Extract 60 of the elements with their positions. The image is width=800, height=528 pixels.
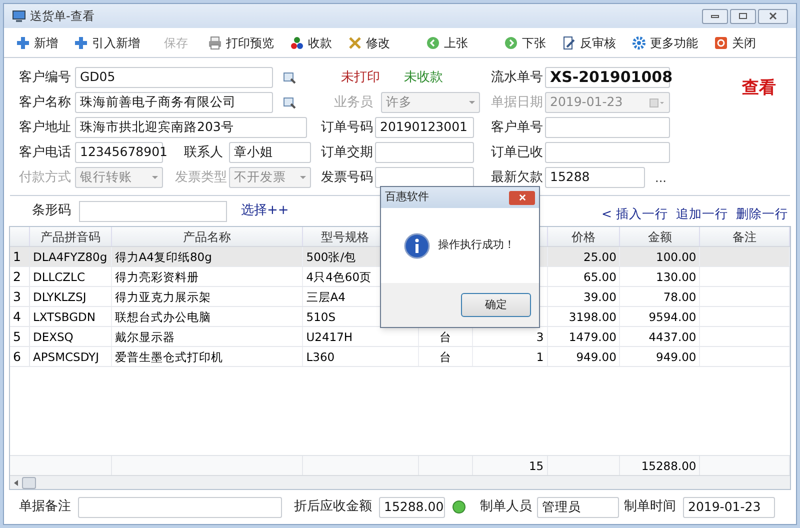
field-label: 订单已收	[491, 144, 543, 162]
table-cell: DLA4FYZ80g	[30, 247, 112, 266]
row-number: 5	[10, 327, 30, 346]
row-number: 1	[10, 247, 30, 266]
dialog-message: 操作执行成功！	[438, 237, 515, 254]
table-cell: 39.00	[548, 287, 620, 306]
row-number: 3	[10, 287, 30, 306]
table-cell: 9594.00	[620, 307, 700, 326]
field-label: 发票类型	[174, 168, 227, 187]
barcode-label: 条形码	[32, 202, 71, 220]
table-cell: DLLCZLC	[30, 267, 112, 286]
table-cell: L360	[303, 347, 419, 366]
field-label: 制单时间	[624, 498, 677, 516]
table-cell: 4437.00	[620, 327, 700, 346]
dialog-title: 百惠软件	[385, 189, 429, 206]
field-label: 单据日期	[491, 94, 543, 112]
table-cell: 949.00	[548, 347, 620, 366]
field-label: 制单人员	[480, 498, 532, 516]
row-number: 4	[10, 307, 30, 326]
table-cell: 3198.00	[548, 307, 620, 326]
field-label: 客户名称	[19, 94, 72, 112]
field-label: 联系人	[183, 144, 223, 162]
field-label: 订单交期	[321, 144, 373, 162]
field-label: 客户单号	[491, 118, 543, 137]
field-label: 发票号码	[321, 168, 373, 187]
field-label: 客户编号	[19, 68, 72, 87]
table-cell: 25.00	[548, 247, 620, 266]
table-cell: 949.00	[620, 347, 700, 366]
field-label: 折后应收金额	[294, 498, 373, 516]
table-cell: 戴尔显示器	[112, 327, 304, 346]
payment-status: 未收款	[404, 68, 443, 87]
field-label: 最新欠款	[491, 168, 543, 187]
table-cell: 得力亮彩资料册	[112, 267, 304, 286]
table-cell: 1	[472, 347, 548, 366]
table-cell: 65.00	[548, 267, 620, 286]
table-cell: 100.00	[620, 247, 700, 266]
field-label: 付款方式	[19, 168, 72, 187]
field-label: 流水单号	[491, 68, 543, 87]
table-cell: APSMCSDYJ	[30, 347, 112, 366]
row-number: 6	[10, 347, 30, 366]
table-cell: 1479.00	[548, 327, 620, 346]
table-cell: 得力亚克力展示架	[112, 287, 304, 306]
table-cell: 130.00	[620, 267, 700, 286]
window-title: 送货单-查看	[30, 8, 94, 25]
table-cell: 爱普生墨仓式打印机	[112, 347, 304, 366]
field-label: 客户电话	[19, 144, 72, 162]
table-cell: 得力A4复印纸80g	[112, 247, 304, 266]
table-cell: 联想台式办公电脑	[112, 307, 304, 326]
field-label: 业务员	[333, 94, 373, 112]
table-cell: 台	[418, 347, 473, 366]
table-cell: 78.00	[620, 287, 700, 306]
field-label: 单据备注	[19, 498, 72, 516]
table-cell: DLYKLZSJ	[30, 287, 112, 306]
print-status: 未打印	[341, 68, 380, 87]
mode-label: 查看	[742, 78, 776, 98]
table-cell: DEXSQ	[30, 327, 112, 346]
field-label: 客户地址	[19, 118, 72, 137]
field-label: 订单号码	[321, 118, 373, 137]
table-cell: LXTSBGDN	[30, 307, 112, 326]
row-number: 2	[10, 267, 30, 286]
